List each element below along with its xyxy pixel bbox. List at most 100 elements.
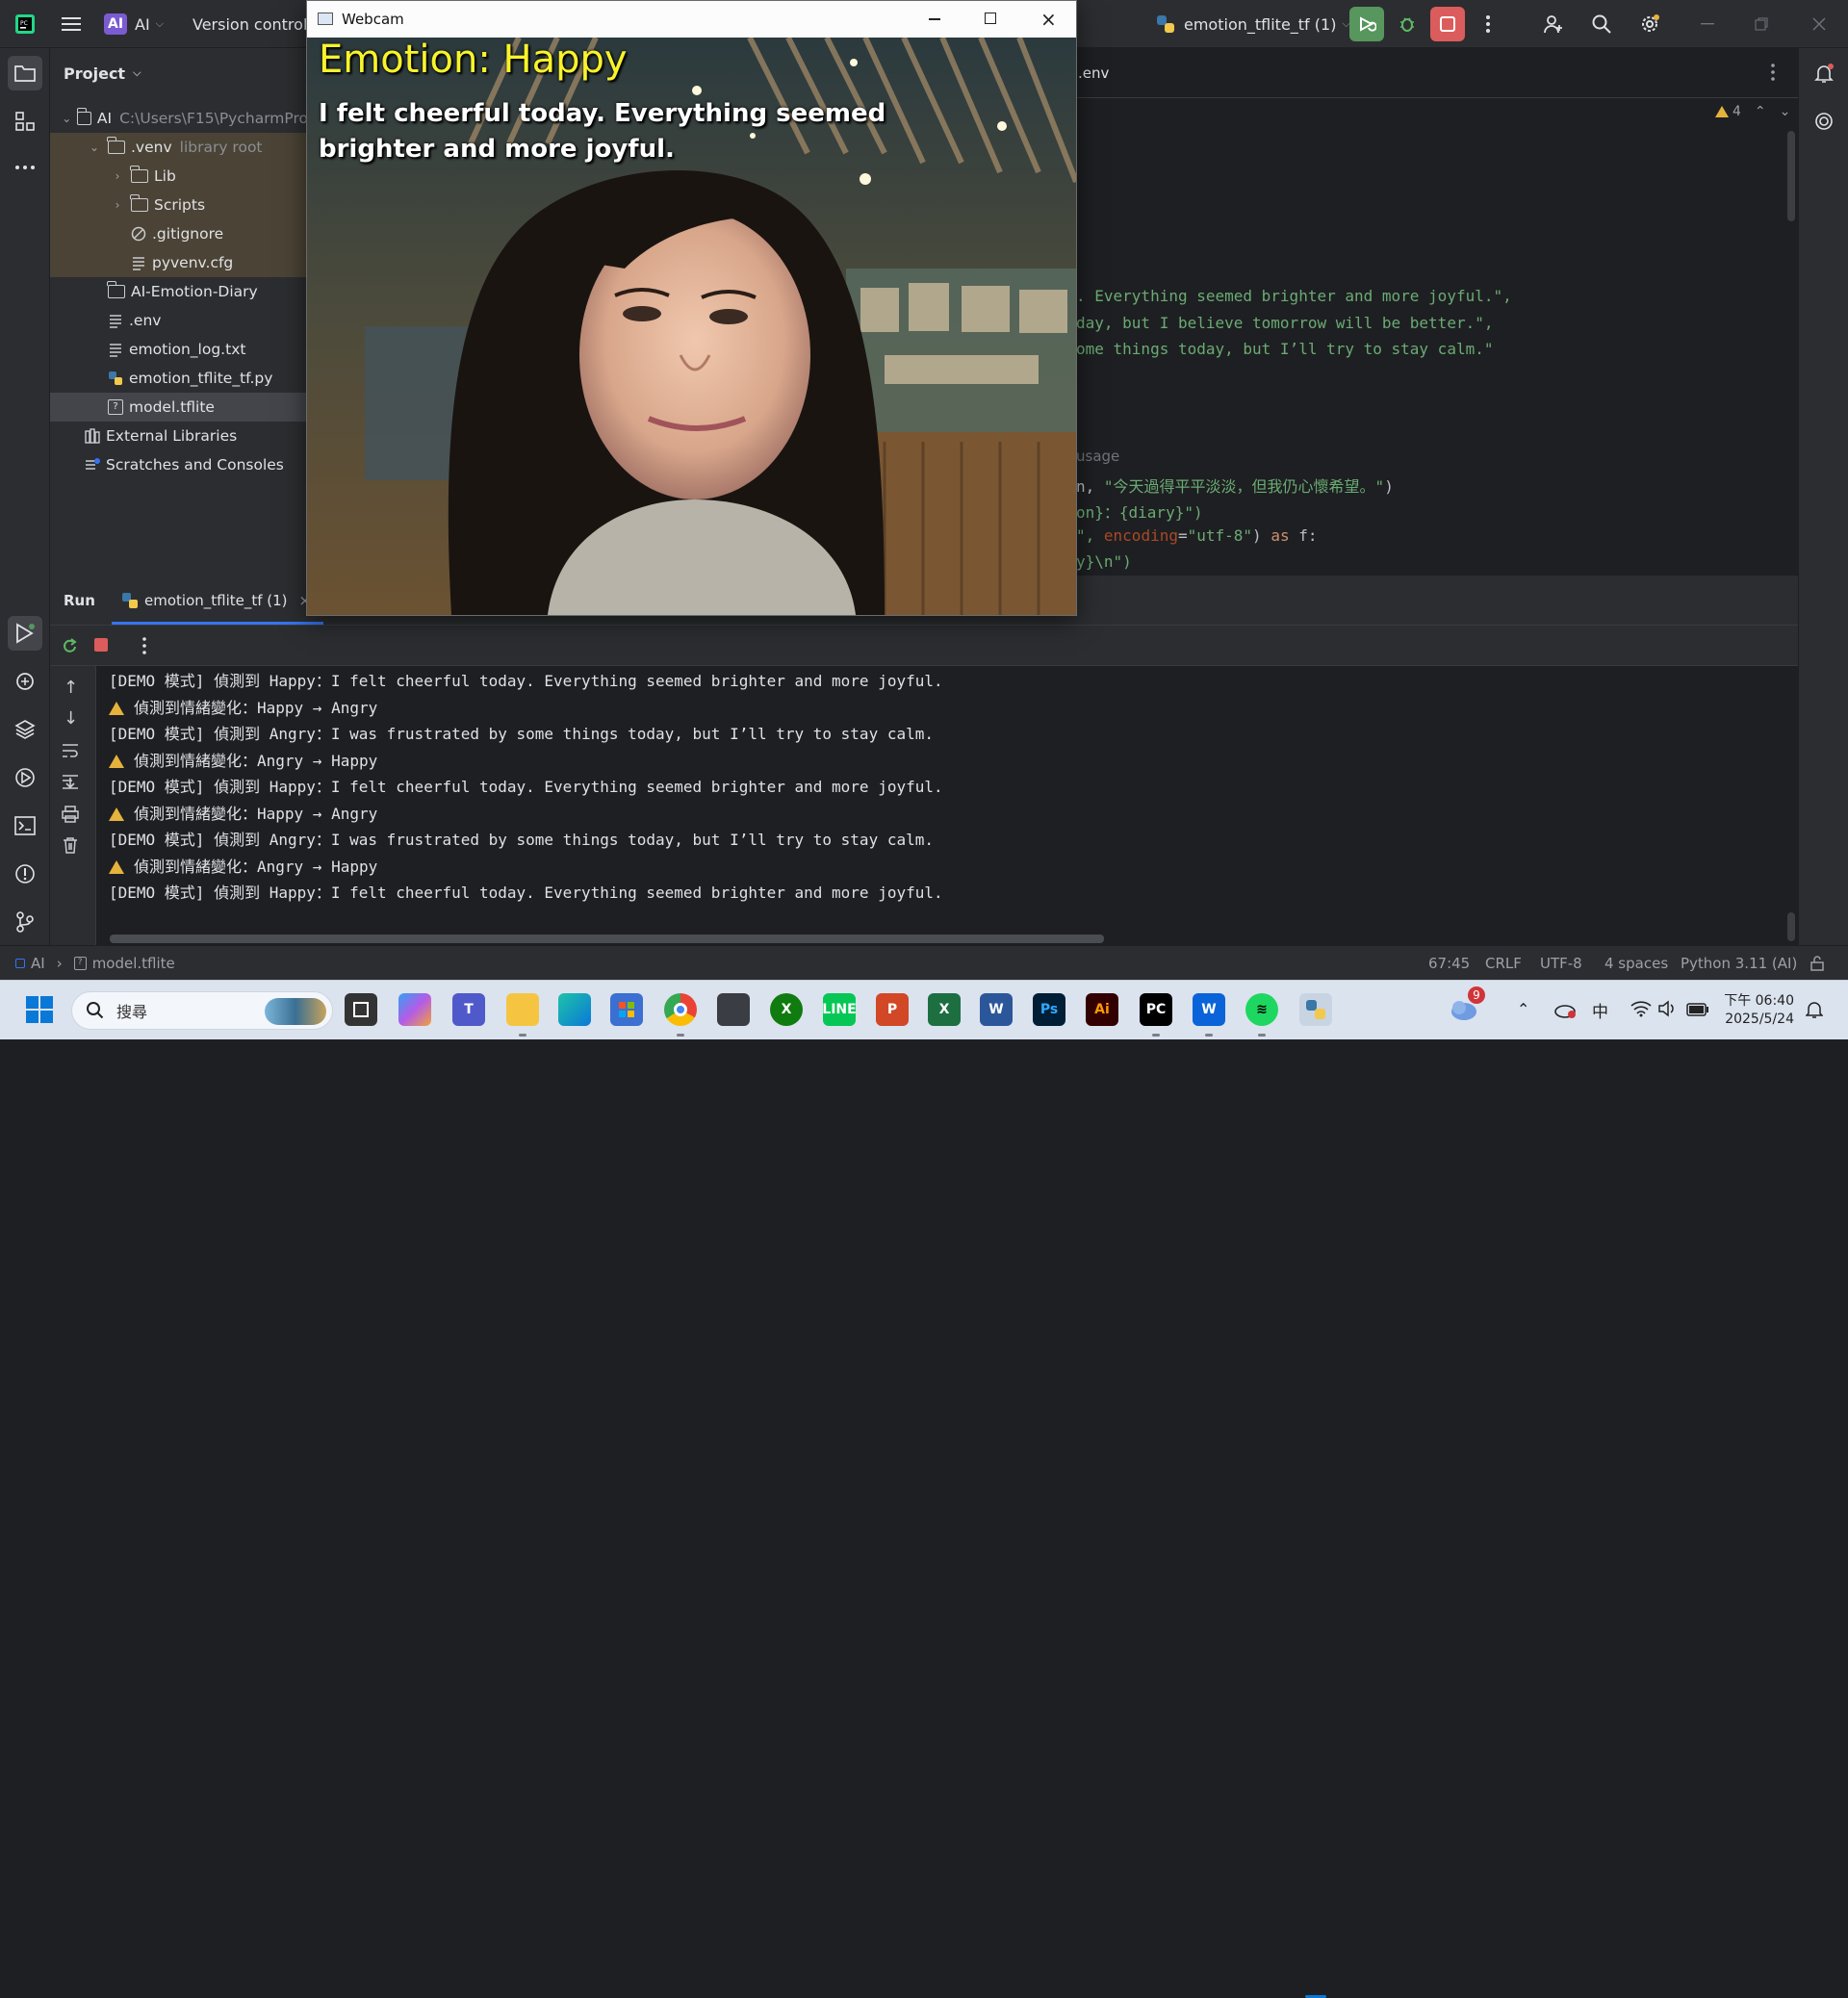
pycharm-logo-icon[interactable]: PC bbox=[8, 7, 42, 41]
breadcrumb-file[interactable]: model.tflite bbox=[92, 955, 175, 972]
breadcrumb-project[interactable]: AI bbox=[31, 955, 45, 972]
arrow-up-icon[interactable]: ↑ bbox=[64, 678, 78, 698]
arrow-down-icon[interactable]: ↓ bbox=[64, 708, 78, 729]
version-control-menu[interactable]: Version control bbox=[192, 0, 307, 48]
terminal-icon[interactable] bbox=[8, 808, 42, 843]
notifications-icon[interactable] bbox=[1807, 56, 1841, 90]
photoshop-icon[interactable]: Ps bbox=[1033, 993, 1065, 1026]
copilot-icon[interactable] bbox=[398, 993, 431, 1026]
python-app-icon[interactable] bbox=[1299, 993, 1332, 1026]
indent-setting[interactable]: 4 spaces bbox=[1604, 946, 1668, 981]
debug-icon[interactable] bbox=[1390, 7, 1424, 41]
chevron-right-icon[interactable]: › bbox=[110, 168, 125, 184]
notification-bell-icon[interactable] bbox=[1805, 1000, 1824, 1023]
caret-position[interactable]: 67:45 bbox=[1428, 946, 1470, 981]
teams-icon[interactable]: T bbox=[452, 993, 485, 1026]
weather-icon[interactable]: 9 bbox=[1449, 986, 1485, 1027]
rerun-icon[interactable] bbox=[62, 637, 79, 658]
webcam-window[interactable]: Webcam × Emotion: Happy I felt cheerful … bbox=[306, 0, 1077, 616]
tree-item[interactable]: ⌄ .venv library root bbox=[50, 133, 308, 162]
webcam-title-bar[interactable]: Webcam × bbox=[307, 1, 1076, 38]
show-hidden-icons-icon[interactable]: ⌃ bbox=[1517, 1000, 1529, 1018]
run-config-selector[interactable]: emotion_tflite_tf (1) ⌵ bbox=[1155, 0, 1350, 48]
services-icon[interactable] bbox=[8, 760, 42, 795]
tree-item[interactable]: .env bbox=[50, 306, 308, 335]
structure-icon[interactable] bbox=[8, 104, 42, 139]
chevron-down-icon[interactable]: ⌄ bbox=[87, 140, 102, 155]
app-cube-icon[interactable] bbox=[717, 993, 750, 1026]
chevron-down-icon[interactable]: ⌄ bbox=[61, 111, 73, 126]
edge-icon[interactable] bbox=[558, 993, 591, 1026]
python-packages-icon[interactable] bbox=[8, 712, 42, 747]
more-tools-icon[interactable] bbox=[8, 150, 42, 185]
stop-button[interactable] bbox=[1430, 7, 1465, 41]
chevron-down-icon[interactable]: ⌄ bbox=[1780, 104, 1791, 119]
maximize-window-icon[interactable] bbox=[985, 13, 996, 24]
lock-icon[interactable] bbox=[1810, 946, 1825, 981]
ai-assistant-icon[interactable] bbox=[1807, 104, 1841, 139]
tree-item[interactable]: ? model.tflite bbox=[50, 393, 308, 422]
python-console-icon[interactable] bbox=[8, 664, 42, 699]
git-icon[interactable] bbox=[8, 905, 42, 939]
more-actions-icon[interactable] bbox=[142, 637, 146, 658]
excel-icon[interactable]: X bbox=[928, 993, 961, 1026]
print-icon[interactable] bbox=[62, 806, 79, 827]
wifi-icon[interactable] bbox=[1630, 1000, 1652, 1021]
volume-icon[interactable] bbox=[1657, 1000, 1679, 1021]
tree-item[interactable]: Scratches and Consoles bbox=[50, 450, 308, 479]
editor-tab[interactable]: .env bbox=[1078, 48, 1109, 98]
minimize-window-icon[interactable] bbox=[929, 18, 940, 20]
console-vscrollbar[interactable] bbox=[1787, 912, 1795, 941]
tree-item[interactable]: AI-Emotion-Diary bbox=[50, 277, 308, 306]
webex-icon[interactable]: W bbox=[1193, 993, 1225, 1026]
taskbar-search-box[interactable]: 搜尋 bbox=[71, 991, 333, 1030]
console-hscrollbar[interactable] bbox=[110, 935, 1104, 943]
tree-item[interactable]: .gitignore bbox=[50, 219, 308, 248]
settings-gear-icon[interactable] bbox=[1632, 7, 1667, 41]
file-explorer-icon[interactable] bbox=[506, 993, 539, 1026]
onedrive-icon[interactable] bbox=[1553, 1000, 1577, 1023]
problems-icon[interactable] bbox=[8, 857, 42, 891]
chrome-icon[interactable] bbox=[664, 993, 697, 1026]
chevron-up-icon[interactable]: ⌃ bbox=[1755, 104, 1766, 119]
xbox-icon[interactable]: X bbox=[770, 993, 803, 1026]
powerpoint-icon[interactable]: P bbox=[876, 993, 909, 1026]
editor-more-icon[interactable] bbox=[1771, 64, 1775, 85]
tree-item[interactable]: ⌄ AI C:\Users\F15\PycharmPro bbox=[50, 104, 308, 133]
pycharm-icon[interactable]: PC bbox=[1140, 993, 1172, 1026]
usage-hint[interactable]: usage bbox=[1076, 448, 1119, 465]
battery-icon[interactable] bbox=[1686, 1002, 1709, 1020]
tree-item[interactable]: › Scripts bbox=[50, 191, 308, 219]
add-user-icon[interactable] bbox=[1536, 7, 1571, 41]
python-interpreter[interactable]: Python 3.11 (AI) bbox=[1681, 946, 1797, 981]
close-window-icon[interactable]: × bbox=[1040, 8, 1057, 31]
windows-start-icon[interactable] bbox=[23, 993, 56, 1026]
tree-item[interactable]: External Libraries bbox=[50, 422, 308, 450]
minimize-window-icon[interactable] bbox=[1690, 7, 1725, 41]
tree-item[interactable]: pyvenv.cfg bbox=[50, 248, 308, 277]
trash-icon[interactable] bbox=[62, 836, 79, 858]
line-separator[interactable]: CRLF bbox=[1485, 946, 1522, 981]
task-view-icon[interactable] bbox=[345, 993, 377, 1026]
file-encoding[interactable]: UTF-8 bbox=[1540, 946, 1582, 981]
project-tool-icon[interactable] bbox=[8, 56, 42, 90]
search-icon[interactable] bbox=[1584, 7, 1619, 41]
project-panel-header[interactable]: Project ⌵ bbox=[64, 48, 141, 98]
illustrator-icon[interactable]: Ai bbox=[1086, 993, 1118, 1026]
inspection-widget[interactable]: 4 ⌃ ⌄ bbox=[1715, 104, 1790, 119]
word-icon[interactable]: W bbox=[980, 993, 1013, 1026]
close-window-icon[interactable] bbox=[1802, 7, 1836, 41]
tree-item[interactable]: emotion_log.txt bbox=[50, 335, 308, 364]
microsoft-store-icon[interactable] bbox=[610, 993, 643, 1026]
run-tool-icon[interactable] bbox=[8, 616, 42, 651]
editor-scrollbar[interactable] bbox=[1787, 131, 1795, 221]
chevron-right-icon[interactable]: › bbox=[110, 197, 125, 213]
project-switcher[interactable]: AI AI ⌵ bbox=[104, 0, 164, 48]
tree-item[interactable]: › Lib bbox=[50, 162, 308, 191]
spotify-icon[interactable]: ≋ bbox=[1245, 993, 1278, 1026]
rerun-button[interactable] bbox=[1349, 7, 1384, 41]
ime-indicator[interactable]: 中 bbox=[1592, 998, 1608, 1022]
restore-window-icon[interactable] bbox=[1744, 7, 1779, 41]
clock[interactable]: 下午 06:40 2025/5/24 bbox=[1721, 992, 1794, 1029]
main-menu-icon[interactable] bbox=[54, 7, 89, 41]
